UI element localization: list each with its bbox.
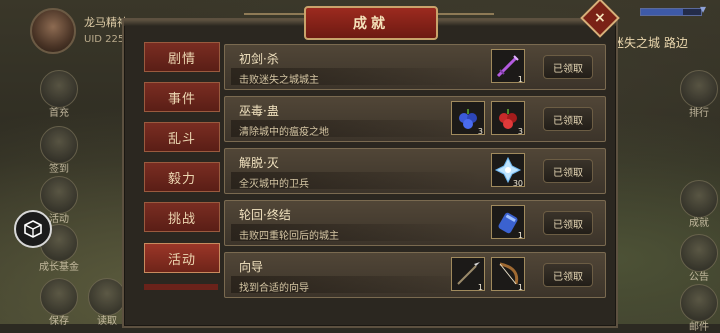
achievement-desc: 击败迷失之城城主 xyxy=(239,75,319,86)
reward-item[interactable]: 30 xyxy=(491,153,525,188)
achievement-desc: 全灭城中的卫兵 xyxy=(239,179,309,190)
checkin-label: 签到 xyxy=(49,164,69,175)
achievement-desc: 击败四重轮回后的城主 xyxy=(239,231,339,242)
achievement-row: 向导 找到合适的向导 1 1 已领取 xyxy=(224,252,606,298)
close-icon: × xyxy=(594,9,606,26)
reward-item[interactable]: 1 xyxy=(491,257,525,292)
reward-qty: 1 xyxy=(517,283,523,292)
first-recharge-label: 首充 xyxy=(49,108,69,119)
title-ornament-left xyxy=(244,13,304,27)
achievement-dialog: 成就 × 剧情 事件 乱斗 毅力 挑战 活动 初剑·杀 击败迷失之城城主 1 已… xyxy=(122,0,620,328)
claimed-button[interactable]: 已领取 xyxy=(543,263,593,287)
reward-qty: 3 xyxy=(517,127,523,136)
achievement-row: 轮回·终结 击败四重轮回后的城主 1 已领取 xyxy=(224,200,606,246)
ranking-button[interactable]: 排行 xyxy=(680,70,718,119)
reward-qty: 30 xyxy=(512,179,523,188)
reward-item[interactable]: 3 xyxy=(451,101,485,136)
floating-assistant-button[interactable] xyxy=(14,210,52,248)
reward-item[interactable]: 1 xyxy=(451,257,485,292)
claimed-button[interactable]: 已领取 xyxy=(543,211,593,235)
minimap-bar xyxy=(640,8,702,16)
reward-qty: 1 xyxy=(517,75,523,84)
reward-qty: 1 xyxy=(517,231,523,240)
claimed-button[interactable]: 已领取 xyxy=(543,55,593,79)
tab-story[interactable]: 剧情 xyxy=(144,42,220,72)
reward-item[interactable]: 1 xyxy=(491,49,525,84)
dialog-title: 成就 xyxy=(304,6,438,40)
achievement-name: 解脱·灭 xyxy=(239,156,279,170)
growth-fund-label: 成长基金 xyxy=(39,262,79,273)
achievement-name: 初剑·杀 xyxy=(239,52,279,66)
claimed-button[interactable]: 已领取 xyxy=(543,107,593,131)
location-label: 迷失之城 路边 xyxy=(612,36,688,50)
mail-button[interactable]: 邮件 xyxy=(680,284,718,333)
tab-challenge[interactable]: 挑战 xyxy=(144,202,220,232)
bird-icon: ▾ xyxy=(700,2,707,16)
tab-activity[interactable]: 活动 xyxy=(144,243,220,273)
achievement-row: 解脱·灭 全灭城中的卫兵 30 已领取 xyxy=(224,148,606,194)
achievement-name: 轮回·终结 xyxy=(239,208,291,222)
checkin-button[interactable]: 签到 xyxy=(40,126,78,175)
reward-qty: 1 xyxy=(477,283,483,292)
tab-divider xyxy=(144,284,218,290)
load-button[interactable]: 读取 xyxy=(88,278,126,327)
achievement-button[interactable]: 成就 xyxy=(680,180,718,229)
tab-brawl[interactable]: 乱斗 xyxy=(144,122,220,152)
player-avatar[interactable] xyxy=(30,8,76,54)
achievement-row: 巫毒·蛊 清除城中的瘟疫之地 3 3 已领取 xyxy=(224,96,606,142)
reward-item[interactable]: 1 xyxy=(491,205,525,240)
achievement-name: 向导 xyxy=(239,260,264,274)
achievement-label: 成就 xyxy=(689,218,709,229)
achievement-desc: 清除城中的瘟疫之地 xyxy=(239,127,329,138)
ranking-label: 排行 xyxy=(689,108,709,119)
tab-perseverance[interactable]: 毅力 xyxy=(144,162,220,192)
claimed-button[interactable]: 已领取 xyxy=(543,159,593,183)
achievement-desc: 找到合适的向导 xyxy=(239,283,309,294)
tab-event[interactable]: 事件 xyxy=(144,82,220,112)
event-button[interactable]: 活动 xyxy=(40,176,78,225)
reward-qty: 3 xyxy=(477,127,483,136)
reward-item[interactable]: 3 xyxy=(491,101,525,136)
title-ornament-right xyxy=(434,13,494,27)
achievement-row: 初剑·杀 击败迷失之城城主 1 已领取 xyxy=(224,44,606,90)
first-recharge-button[interactable]: 首充 xyxy=(40,70,78,119)
mail-label: 邮件 xyxy=(689,322,709,333)
notice-label: 公告 xyxy=(689,272,709,283)
achievement-name: 巫毒·蛊 xyxy=(239,104,279,118)
notice-button[interactable]: 公告 xyxy=(680,234,718,283)
cube-icon xyxy=(24,220,42,238)
save-button[interactable]: 保存 xyxy=(40,278,78,327)
